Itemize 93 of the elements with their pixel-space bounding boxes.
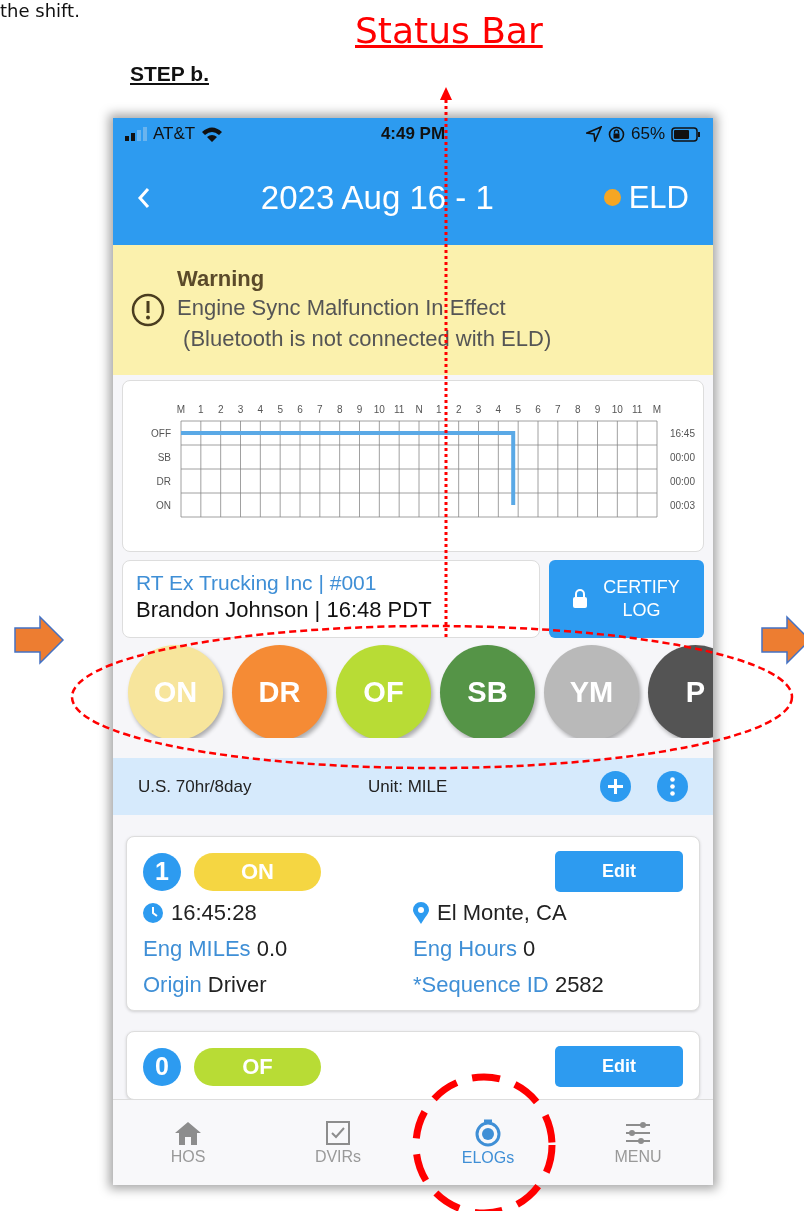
signal-icon	[125, 127, 147, 141]
field-label: Origin	[143, 972, 202, 997]
location-pin-icon	[413, 902, 429, 924]
warning-title: Warning	[177, 266, 266, 292]
document-text: the shift.	[0, 0, 80, 22]
nav-tab[interactable]: ELOGs	[413, 1100, 563, 1185]
nav-tab[interactable]: DVIRs	[263, 1100, 413, 1185]
hour-label: 9	[594, 404, 601, 415]
edit-button[interactable]: Edit	[555, 1046, 683, 1087]
warning-icon	[131, 293, 165, 327]
hour-label: 11	[393, 404, 405, 415]
battery-percent: 65%	[630, 124, 665, 144]
status-label: SB	[157, 452, 171, 463]
event-location: El Monte, CA	[437, 900, 567, 926]
hour-label: 7	[317, 404, 323, 415]
company-name: RT Ex Trucking Inc | #001	[136, 571, 378, 595]
event-time: 16:45:28	[171, 900, 257, 926]
hour-label: 1	[436, 404, 442, 415]
hour-label: 8	[574, 404, 581, 415]
nav-tab[interactable]: MENU	[563, 1100, 713, 1185]
duty-status-button[interactable]: OF	[336, 645, 431, 738]
clock-time: 4:49 PM	[380, 124, 446, 144]
field-label: Eng Hours	[413, 936, 517, 961]
log-date-title: 2023 Aug 16 - 1	[259, 178, 495, 217]
total-time: 00:00	[669, 452, 695, 463]
warning-message: (Bluetooth is not connected with ELD)	[182, 325, 552, 353]
hour-label: 2	[217, 404, 224, 415]
hour-label: 9	[356, 404, 363, 415]
hour-label: M	[652, 404, 662, 415]
lock-icon	[571, 589, 588, 609]
right-arrow-icon	[14, 615, 65, 665]
hour-label: 2	[455, 404, 462, 415]
hour-label: 4	[495, 404, 502, 415]
hour-label: 11	[631, 404, 643, 415]
wifi-icon	[201, 126, 224, 142]
hour-label: 1	[198, 404, 204, 415]
callout-label: Status Bar	[355, 10, 543, 51]
total-time: 00:00	[669, 476, 695, 487]
location-arrow-icon	[585, 126, 602, 142]
step-label: STEP b.	[130, 62, 209, 86]
event-number: 0	[143, 1047, 181, 1086]
hour-label: 3	[237, 404, 244, 415]
hour-label: 6	[297, 404, 303, 415]
status-pill: ON	[194, 852, 321, 891]
field-label: Eng MILEs	[143, 936, 251, 961]
hour-label: M	[176, 404, 186, 415]
field-value: Driver	[207, 972, 267, 997]
duty-status-button[interactable]: YM	[544, 645, 639, 738]
status-label: OFF	[151, 428, 171, 439]
hour-label: 10	[611, 404, 623, 415]
hour-label: 10	[373, 404, 385, 415]
field-value: 2582	[554, 972, 604, 997]
back-icon[interactable]	[137, 185, 151, 210]
status-label: DR	[156, 476, 171, 487]
cycle-rule: U.S. 70hr/8day	[138, 776, 253, 797]
edit-button[interactable]: Edit	[555, 851, 683, 892]
unit-label: Unit: MILE	[368, 776, 449, 797]
total-time: 16:45	[669, 428, 695, 439]
hour-label: 5	[277, 404, 283, 415]
hour-label: 5	[515, 404, 521, 415]
hour-label: 7	[555, 404, 561, 415]
hour-label: 3	[475, 404, 482, 415]
hour-label: 8	[336, 404, 343, 415]
status-pill: OF	[194, 1047, 321, 1086]
battery-icon	[671, 126, 701, 142]
eld-label: ELD	[628, 179, 689, 216]
more-icon[interactable]	[657, 771, 688, 802]
hour-label: 4	[257, 404, 264, 415]
home-icon	[173, 1119, 203, 1146]
stopwatch-icon	[474, 1118, 502, 1147]
clock-icon	[143, 903, 163, 923]
hour-label: 6	[535, 404, 541, 415]
field-value: 0	[523, 936, 536, 961]
checkbox-icon	[325, 1119, 351, 1146]
duty-status-button[interactable]: DR	[232, 645, 327, 738]
carrier-name: AT&T	[153, 124, 196, 144]
field-value: 0.0	[256, 936, 288, 961]
warning-message: Engine Sync Malfunction In Effect	[177, 294, 507, 322]
eld-status-dot	[603, 189, 621, 206]
add-icon[interactable]	[600, 771, 631, 802]
duty-status-button[interactable]: SB	[440, 645, 535, 738]
total-time: 00:03	[669, 500, 695, 511]
sliders-icon	[623, 1119, 653, 1146]
certify-log-button[interactable]: CERTIFY LOG	[549, 560, 704, 638]
field-label: *Sequence ID	[413, 972, 549, 997]
hour-label: N	[415, 404, 423, 415]
event-number: 1	[143, 852, 181, 891]
status-label: ON	[156, 500, 171, 511]
nav-tab[interactable]: HOS	[113, 1100, 263, 1185]
rotation-lock-icon	[607, 125, 625, 143]
duty-status-button[interactable]: P	[648, 645, 713, 738]
right-arrow-icon	[761, 615, 804, 665]
driver-name: Brandon Johnson | 16:48 PDT	[136, 597, 433, 623]
